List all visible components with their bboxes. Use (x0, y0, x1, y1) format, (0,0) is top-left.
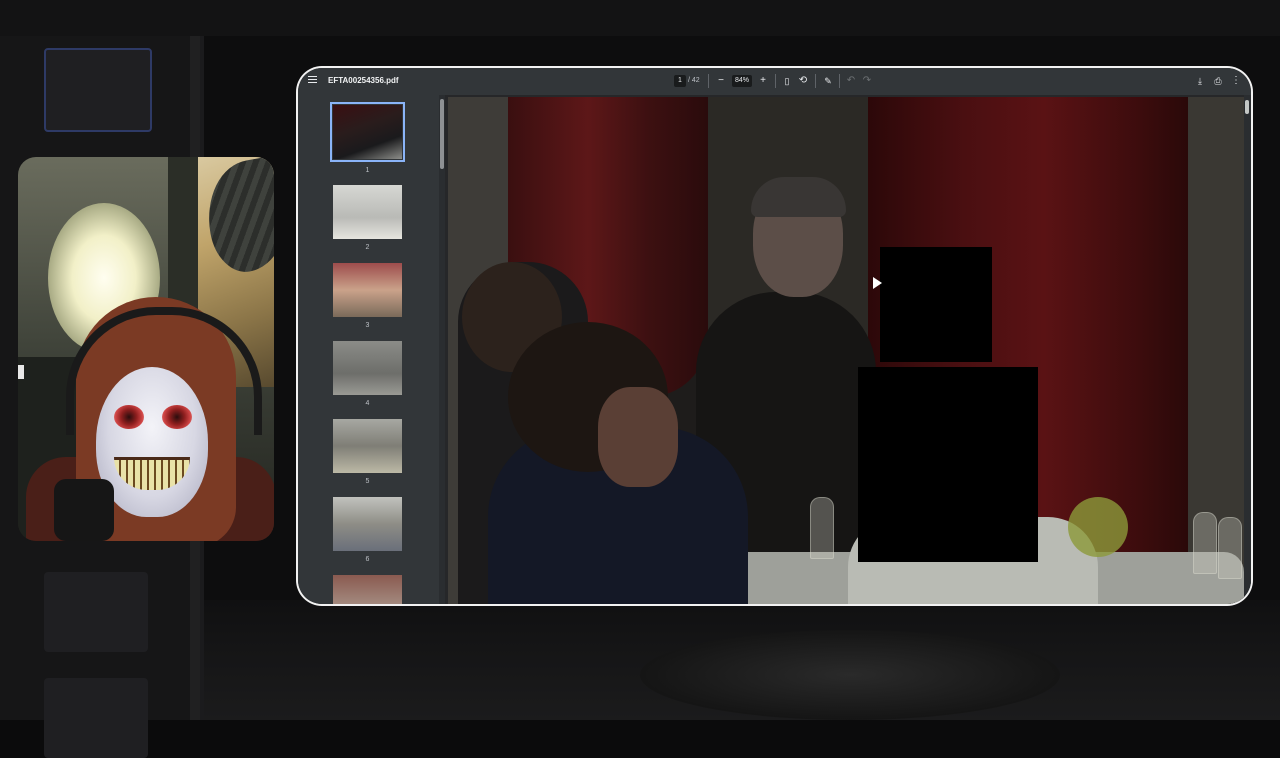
undo-icon[interactable]: ↶ (844, 74, 858, 88)
background-thumbnail (44, 678, 148, 758)
webcam-overlay (18, 157, 274, 541)
webcam-mask-eye (162, 405, 192, 429)
redaction-box (858, 367, 1038, 562)
page-total: / 42 (688, 77, 700, 84)
photo-wine-glass (810, 497, 834, 559)
pdf-toolbar: EFTA00254356.pdf 1 / 42 − 84% + ▯ ⟲ ✎ ↶ … (298, 68, 1251, 95)
thumbnail-label: 6 (365, 556, 370, 563)
webcam-hand (54, 479, 114, 541)
toolbar-divider (815, 74, 816, 88)
thumbnail-label: 1 (365, 167, 370, 174)
redo-icon[interactable]: ↷ (860, 74, 874, 88)
more-vertical-icon[interactable]: ⋮ (1229, 74, 1243, 88)
download-icon[interactable]: ⤓ (1193, 74, 1207, 88)
minus-icon[interactable]: − (714, 74, 728, 88)
pdf-viewer-window: EFTA00254356.pdf 1 / 42 − 84% + ▯ ⟲ ✎ ↶ … (298, 68, 1251, 604)
thumbnail-label: 3 (365, 322, 370, 329)
webcam-edge-marker (18, 365, 24, 379)
document-page (448, 97, 1244, 604)
page-thumbnail[interactable] (333, 341, 402, 395)
background-photo-blur (640, 630, 1060, 720)
fit-page-icon[interactable]: ▯ (780, 74, 794, 88)
thumbnail-sidebar: 1 2 3 4 5 6 (298, 95, 438, 604)
redaction-box (880, 247, 992, 362)
photo-seated-person-front-face (598, 387, 678, 487)
toolbar-divider (775, 74, 776, 88)
background-thumbnail (44, 572, 148, 652)
document-scrollbar-handle[interactable] (1245, 100, 1249, 114)
thumbnail-label: 5 (365, 478, 370, 485)
background-topbar (0, 0, 1280, 36)
plus-icon[interactable]: + (756, 74, 770, 88)
rotate-icon[interactable]: ⟲ (796, 74, 810, 88)
print-icon[interactable]: ⎙ (1211, 74, 1225, 88)
page-thumbnail[interactable] (333, 185, 402, 239)
background-thumbnail (44, 48, 152, 132)
thumbnail-scrollbar-handle[interactable] (440, 99, 444, 169)
menu-icon[interactable] (308, 76, 317, 85)
page-thumbnail[interactable] (333, 419, 402, 473)
document-title: EFTA00254356.pdf (328, 76, 399, 85)
webcam-mask-eye (114, 405, 144, 429)
zoom-input[interactable]: 84% (732, 75, 752, 87)
page-number-input[interactable]: 1 (674, 75, 686, 87)
toolbar-divider (839, 74, 840, 88)
document-area (445, 95, 1251, 604)
thumbnail-label: 2 (365, 244, 370, 251)
photo-wine-glass (1193, 512, 1217, 574)
document-scrollbar[interactable] (1244, 95, 1251, 604)
photo-flowers (1068, 497, 1128, 557)
page-thumbnail[interactable] (333, 497, 402, 551)
mouse-cursor-icon (873, 277, 882, 289)
photo-wine-glass (1218, 517, 1242, 579)
pen-icon[interactable]: ✎ (821, 74, 835, 88)
photo-standing-person-hair (751, 177, 846, 217)
thumbnail-label: 4 (365, 400, 370, 407)
page-thumbnail[interactable] (333, 263, 402, 317)
page-thumbnail[interactable] (333, 575, 402, 604)
page-thumbnail[interactable] (330, 102, 405, 162)
toolbar-divider (708, 74, 709, 88)
